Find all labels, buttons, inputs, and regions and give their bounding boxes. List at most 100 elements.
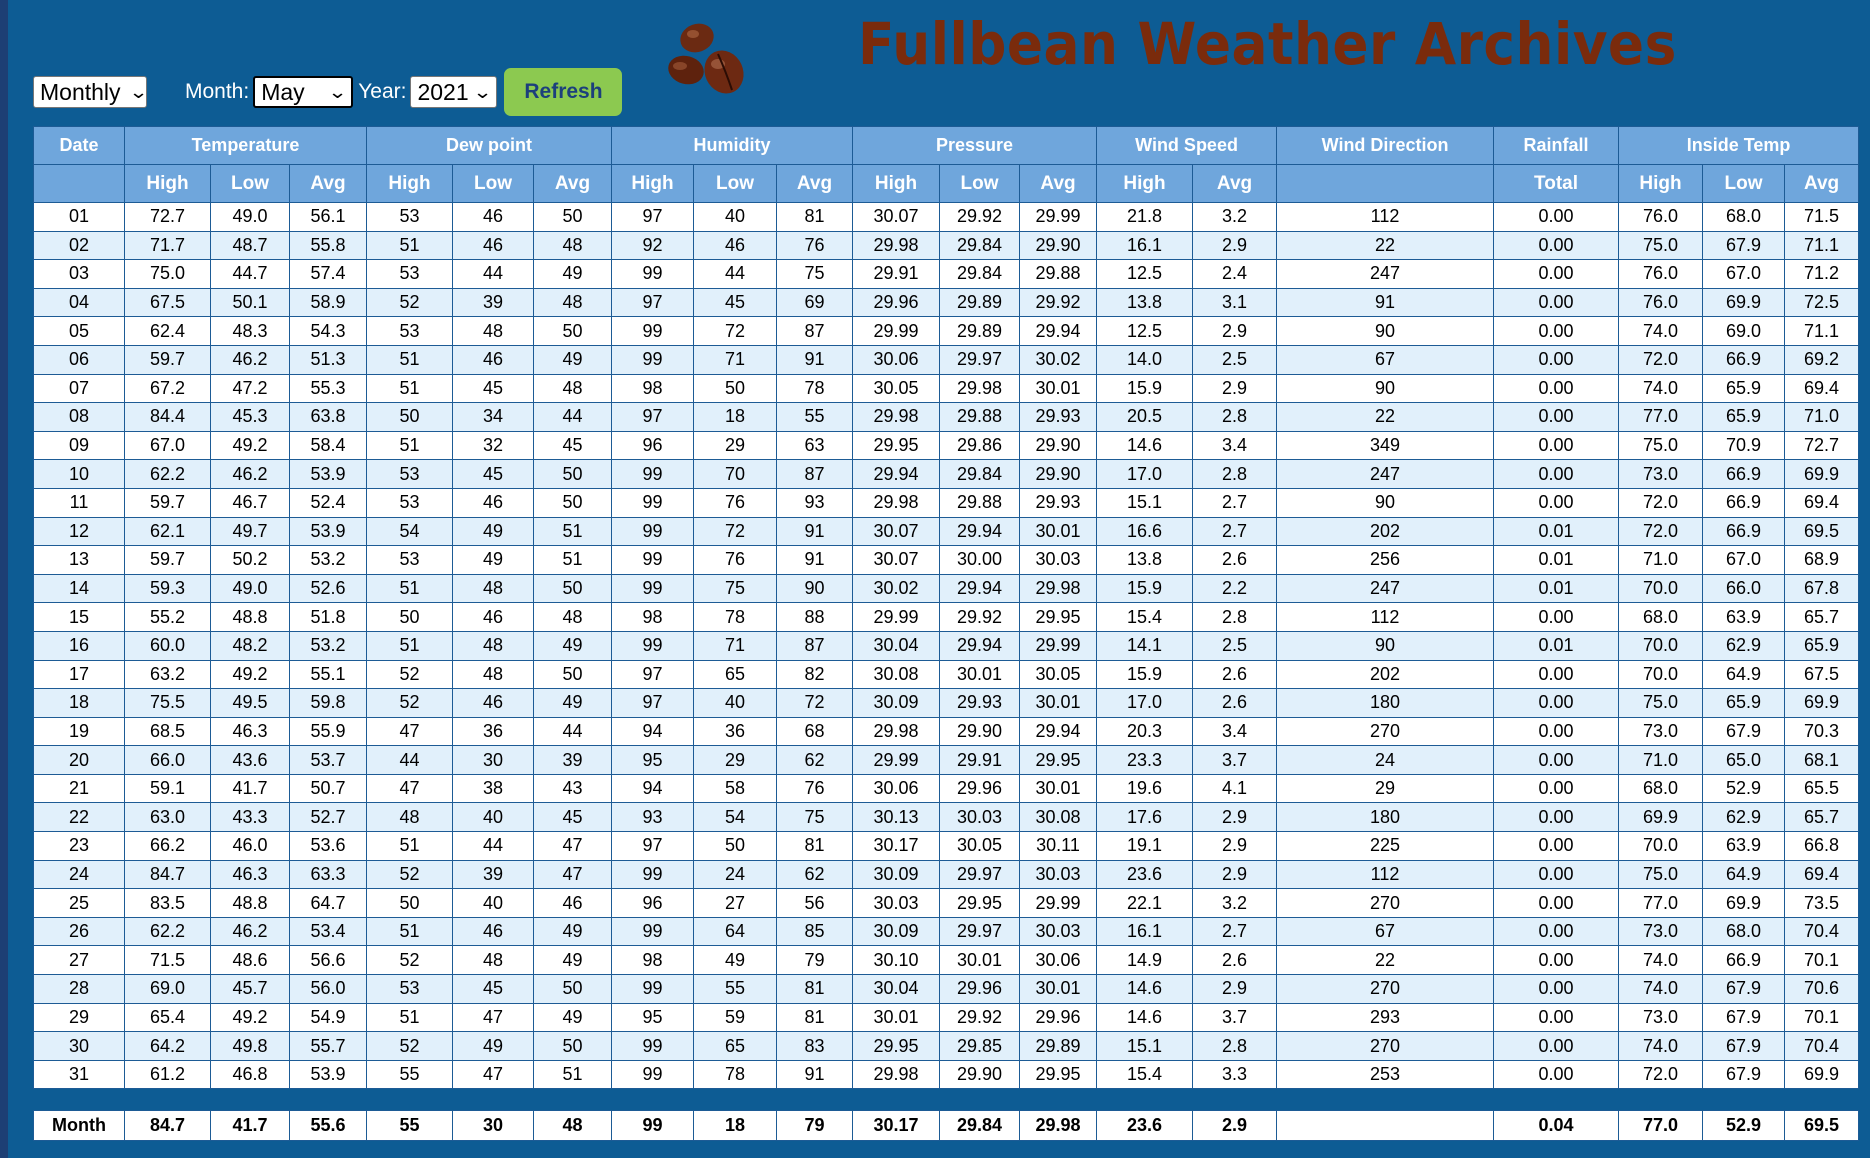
table-cell: 15.1 — [1096, 1031, 1194, 1061]
table-cell: 48.2 — [210, 630, 290, 661]
table-cell: 46.2 — [210, 916, 290, 947]
table-cell: 40 — [693, 688, 777, 718]
table-row: 05 62.4 48.3 54.3 53 48 50 99 72 87 29.99 29.89 29.9… — [33, 316, 1860, 346]
table-cell: 66.2 — [124, 831, 211, 861]
subheader-cell: Avg — [775, 164, 854, 203]
table-cell: 29.95 — [1019, 602, 1098, 632]
table-cell: 49 — [533, 688, 612, 718]
table-cell: 0.00 — [1493, 1031, 1620, 1061]
header-sub-row: High Low Avg High Low Avg High Low Avg High Low Avg… — [33, 164, 1860, 203]
table-cell: 29.92 — [939, 202, 1021, 232]
table-cell: 24 — [693, 859, 777, 890]
table-cell: 4.1 — [1192, 773, 1278, 804]
table-cell: 45 — [533, 430, 612, 461]
table-cell: 2.6 — [1192, 688, 1278, 718]
table-cell: 56.6 — [289, 945, 367, 976]
table-cell: 29.95 — [852, 1031, 941, 1061]
table-cell: 23 — [33, 831, 125, 861]
table-cell: 65.7 — [1784, 602, 1860, 632]
table-cell: 30 — [33, 1031, 125, 1061]
table-cell: 30.03 — [939, 802, 1021, 833]
table-cell: 30.06 — [852, 773, 941, 804]
table-cell: 27 — [693, 888, 777, 918]
table-cell: 76 — [775, 773, 854, 804]
table-cell: 180 — [1276, 802, 1495, 833]
table-cell: 29.94 — [1019, 316, 1098, 346]
table-cell: 65.4 — [124, 1002, 211, 1033]
table-cell: 29.99 — [1019, 202, 1098, 232]
table-cell: 29.92 — [939, 1002, 1021, 1033]
refresh-button[interactable]: Refresh — [504, 68, 623, 116]
table-cell: 73.0 — [1618, 459, 1704, 489]
table-cell: 36 — [452, 716, 534, 747]
table-cell: 63 — [775, 430, 854, 461]
table-cell: 46 — [452, 602, 534, 632]
table-cell: 30.03 — [1019, 545, 1098, 575]
table-cell: 29.99 — [852, 745, 941, 775]
table-cell: 48.8 — [210, 888, 290, 918]
table-cell: 48.3 — [210, 316, 290, 346]
table-cell: 29.93 — [1019, 402, 1098, 432]
table-cell: 29.84 — [939, 230, 1021, 261]
coffee-beans-logo — [668, 23, 744, 94]
table-cell: 72.7 — [124, 202, 211, 232]
table-cell: 47 — [533, 859, 612, 890]
table-cell: 13.8 — [1096, 545, 1194, 575]
table-cell: 14.6 — [1096, 1002, 1194, 1033]
table-cell: 70.3 — [1784, 716, 1860, 747]
table-row: 25 83.5 48.8 64.7 50 40 46 96 27 56 30.03 29.95 29.9… — [33, 888, 1860, 918]
table-cell: 48 — [533, 287, 612, 318]
table-cell: 3.2 — [1192, 202, 1278, 232]
summary-table: Month 84.7 41.7 55.6 55 30 48 99 18 79 30.17 29.84 2… — [33, 1110, 1859, 1141]
table-cell: 75.5 — [124, 688, 211, 718]
period-select[interactable]: Monthly ⌄ — [33, 76, 148, 108]
table-cell: 3.7 — [1192, 745, 1278, 775]
table-cell: 40 — [693, 202, 777, 232]
table-cell: 39 — [533, 745, 612, 775]
table-cell: 45 — [452, 373, 534, 404]
table-cell: 14.9 — [1096, 945, 1194, 976]
table-cell: 72.0 — [1618, 1059, 1704, 1090]
table-row: 22 63.0 43.3 52.7 48 40 45 93 54 75 30.13 30.03 30.0… — [33, 802, 1860, 833]
table-cell: 270 — [1276, 888, 1495, 918]
table-cell: 29.90 — [939, 1059, 1021, 1090]
table-cell: 73.0 — [1618, 916, 1704, 947]
subheader-cell: High — [124, 164, 211, 203]
table-cell: 58 — [693, 773, 777, 804]
table-cell: 75.0 — [1618, 688, 1704, 718]
table-cell: 68.0 — [1702, 202, 1786, 232]
month-select[interactable]: May ⌄ — [253, 76, 354, 108]
table-cell: 65 — [693, 1031, 777, 1061]
table-cell: 29.84 — [939, 259, 1021, 289]
table-cell: 49.5 — [210, 688, 290, 718]
year-select[interactable]: 2021 ⌄ — [410, 76, 498, 108]
subheader-cell: High — [1096, 164, 1194, 203]
table-cell: 30.03 — [1019, 916, 1098, 947]
table-cell: 55.7 — [289, 1031, 367, 1061]
table-cell: 29.88 — [939, 487, 1021, 518]
table-row: 19 68.5 46.3 55.9 47 36 44 94 36 68 29.98 29.90 29.9… — [33, 716, 1860, 747]
table-row: 14 59.3 49.0 52.6 51 48 50 99 75 90 30.02 29.94 29.9… — [33, 573, 1860, 604]
table-cell: 99 — [611, 487, 694, 518]
table-cell: 65.5 — [1784, 773, 1860, 804]
table-cell: 30.11 — [1019, 831, 1098, 861]
table-cell: 49 — [452, 516, 534, 547]
subheader-cell: Low — [939, 164, 1021, 203]
table-cell: 69.5 — [1784, 516, 1860, 547]
summary-cell: 41.7 — [210, 1110, 290, 1141]
table-cell: 18 — [33, 688, 125, 718]
table-cell: 43.3 — [210, 802, 290, 833]
table-cell: 30.03 — [852, 888, 941, 918]
subheader-cell: Low — [210, 164, 290, 203]
table-cell: 46 — [533, 888, 612, 918]
table-cell: 74.0 — [1618, 373, 1704, 404]
table-cell: 49 — [533, 344, 612, 375]
table-cell: 47 — [533, 831, 612, 861]
table-cell: 30.07 — [852, 202, 941, 232]
table-row: 23 66.2 46.0 53.6 51 44 47 97 50 81 30.17 30.05 30.1… — [33, 831, 1860, 861]
table-cell: 83 — [775, 1031, 854, 1061]
table-cell: 2.4 — [1192, 259, 1278, 289]
table-cell: 24 — [1276, 745, 1495, 775]
subheader-cell: High — [1618, 164, 1704, 203]
table-cell: 95 — [611, 1002, 694, 1033]
